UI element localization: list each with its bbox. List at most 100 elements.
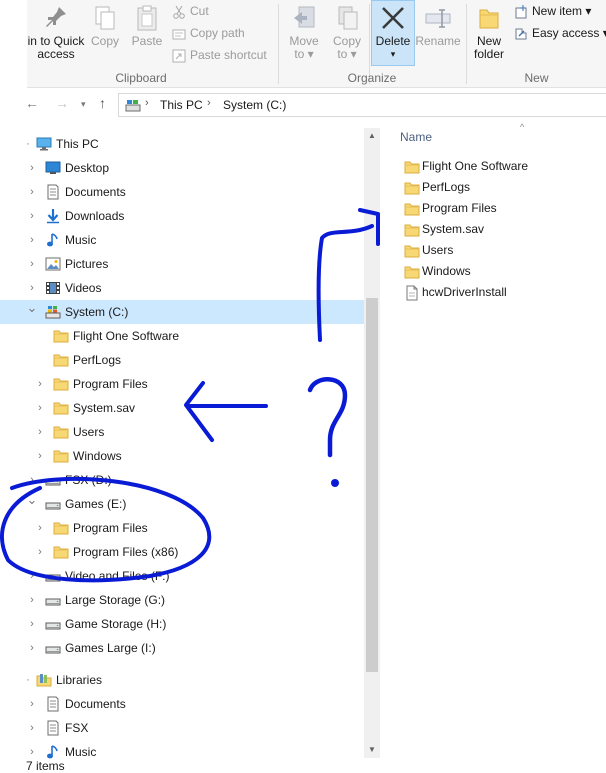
tree-bullet-icon: · — [26, 138, 30, 150]
chevron-down-icon[interactable]: ⌄ — [26, 296, 38, 320]
navigation-bar: ← → ▾ ↑ › This PC › System (C:) — [0, 92, 606, 118]
tree-item[interactable]: › FSX — [0, 716, 364, 740]
paste-shortcut-button[interactable]: Paste shortcut — [172, 45, 267, 65]
folder-icon — [404, 245, 420, 258]
folder-icon — [404, 203, 420, 216]
chevron-right-icon[interactable]: › — [34, 396, 46, 420]
up-arrow-icon[interactable]: ↑ — [99, 95, 106, 111]
tree-item[interactable]: · This PC — [0, 132, 364, 156]
tree-item-label: Games (E:) — [65, 497, 127, 511]
paste-button[interactable]: Paste — [127, 0, 167, 48]
downloads-icon — [47, 209, 59, 224]
tree-item[interactable]: › Users — [0, 420, 364, 444]
tree-item[interactable]: ⌄ Games (E:) — [0, 492, 364, 516]
breadcrumb-this-pc[interactable]: This PC — [160, 98, 203, 112]
tree-item[interactable]: › Games Large (I:) — [0, 636, 364, 660]
tree-item[interactable]: › Program Files (x86) — [0, 540, 364, 564]
delete-button[interactable]: Delete ▾ — [371, 0, 415, 66]
paste-shortcut-icon — [172, 49, 186, 63]
clipboard-icon — [137, 5, 157, 31]
chevron-down-icon[interactable]: ⌄ — [26, 488, 38, 512]
tree-item[interactable]: Flight One Software — [0, 324, 364, 348]
paste-shortcut-label: Paste shortcut — [190, 48, 267, 62]
tree-item[interactable]: › Music — [0, 228, 364, 252]
tree-item-label: Large Storage (G:) — [65, 593, 166, 607]
drive-icon — [45, 598, 61, 606]
tree-item[interactable]: › Large Storage (G:) — [0, 588, 364, 612]
tree-item[interactable]: › Video and Files (F:) — [0, 564, 364, 588]
breadcrumb-chevron-icon[interactable]: › — [145, 97, 149, 109]
chevron-right-icon[interactable]: › — [34, 420, 46, 444]
breadcrumb-system-c[interactable]: System (C:) — [223, 98, 286, 112]
tree-item[interactable]: › Documents — [0, 180, 364, 204]
scroll-down-arrow-icon[interactable]: ▼ — [364, 742, 380, 758]
tree-item[interactable]: › Documents — [0, 692, 364, 716]
pin-to-quick-access-button[interactable]: in to Quick access — [27, 0, 85, 61]
easy-access-button[interactable]: Easy access ▾ — [514, 23, 606, 43]
chevron-right-icon[interactable]: › — [26, 252, 38, 276]
new-group-label: New — [524, 71, 549, 85]
chevron-right-icon[interactable]: › — [34, 444, 46, 468]
chevron-right-icon[interactable]: › — [26, 740, 38, 760]
tree-item-label: Videos — [65, 281, 102, 295]
scroll-up-arrow-icon[interactable]: ▲ — [364, 128, 380, 144]
tree-item[interactable]: ⌄ System (C:) — [0, 300, 364, 324]
navigation-pane: · This PC › Desktop › Documents › Downloads › Mus… — [0, 128, 364, 760]
tree-item[interactable]: › Videos — [0, 276, 364, 300]
chevron-right-icon[interactable]: › — [26, 204, 38, 228]
system-drive-icon — [45, 306, 61, 319]
chevron-right-icon[interactable]: › — [26, 636, 38, 660]
tree-item[interactable]: › FSX (D:) — [0, 468, 364, 492]
tree-item-label: Documents — [65, 185, 126, 199]
tree-item-label: Video and Files (F:) — [65, 569, 170, 583]
folder-icon — [404, 224, 420, 237]
navigation-pane-scrollbar[interactable]: ▲ ▼ — [364, 128, 380, 758]
address-bar[interactable]: › This PC › System (C:) — [118, 93, 606, 117]
chevron-right-icon[interactable]: › — [34, 516, 46, 540]
chevron-down-icon: ▾ — [390, 49, 396, 59]
tree-item-label: Documents — [65, 697, 126, 711]
copy-to-button[interactable]: Copy to ▾ — [327, 0, 367, 61]
new-item-button[interactable]: New item ▾ — [514, 1, 591, 21]
tree-item[interactable]: › Pictures — [0, 252, 364, 276]
delete-label: Delete — [375, 34, 411, 48]
copy-path-button[interactable]: Copy path — [172, 23, 245, 43]
forward-arrow-icon[interactable]: → — [55, 95, 69, 111]
chevron-right-icon[interactable]: › — [26, 156, 38, 180]
rename-button[interactable]: Rename — [415, 0, 461, 48]
chevron-right-icon[interactable]: › — [26, 612, 38, 636]
chevron-right-icon[interactable]: › — [34, 540, 46, 564]
tree-item[interactable]: › Music — [0, 740, 364, 760]
breadcrumb-chevron-icon[interactable]: › — [207, 97, 211, 109]
cut-button[interactable]: Cut — [172, 1, 209, 21]
tree-item[interactable]: › Desktop — [0, 156, 364, 180]
back-arrow-icon[interactable]: ← — [25, 95, 39, 111]
tree-item[interactable]: · Libraries — [0, 668, 364, 692]
chevron-right-icon[interactable]: › — [26, 180, 38, 204]
list-item-label: hcwDriverInstall — [422, 285, 507, 299]
move-to-button[interactable]: Move to ▾ — [284, 0, 324, 61]
tree-item[interactable]: › System.sav — [0, 396, 364, 420]
tree-item[interactable]: PerfLogs — [0, 348, 364, 372]
chevron-right-icon[interactable]: › — [26, 588, 38, 612]
scrollbar-thumb[interactable] — [366, 298, 378, 672]
chevron-right-icon[interactable]: › — [26, 564, 38, 588]
tree-item-label: Game Storage (H:) — [65, 617, 167, 631]
recent-locations-chevron-icon[interactable]: ▾ — [81, 99, 86, 110]
new-folder-button[interactable]: New folder — [469, 0, 509, 61]
tree-item-label: Pictures — [65, 257, 109, 271]
chevron-right-icon[interactable]: › — [34, 372, 46, 396]
tree-item[interactable]: › Downloads — [0, 204, 364, 228]
chevron-right-icon[interactable]: › — [26, 228, 38, 252]
tree-item[interactable]: › Program Files — [0, 372, 364, 396]
tree-item[interactable]: › Program Files — [0, 516, 364, 540]
tree-item[interactable]: › Game Storage (H:) — [0, 612, 364, 636]
copy-button[interactable]: Copy — [87, 0, 123, 48]
chevron-right-icon[interactable]: › — [26, 716, 38, 740]
name-column-header[interactable]: Name — [400, 130, 432, 144]
chevron-right-icon[interactable]: › — [26, 692, 38, 716]
tree-item-label: Libraries — [56, 673, 103, 687]
pictures-icon — [45, 257, 61, 271]
tree-item[interactable]: › Windows — [0, 444, 364, 468]
new-item-icon — [515, 4, 527, 19]
